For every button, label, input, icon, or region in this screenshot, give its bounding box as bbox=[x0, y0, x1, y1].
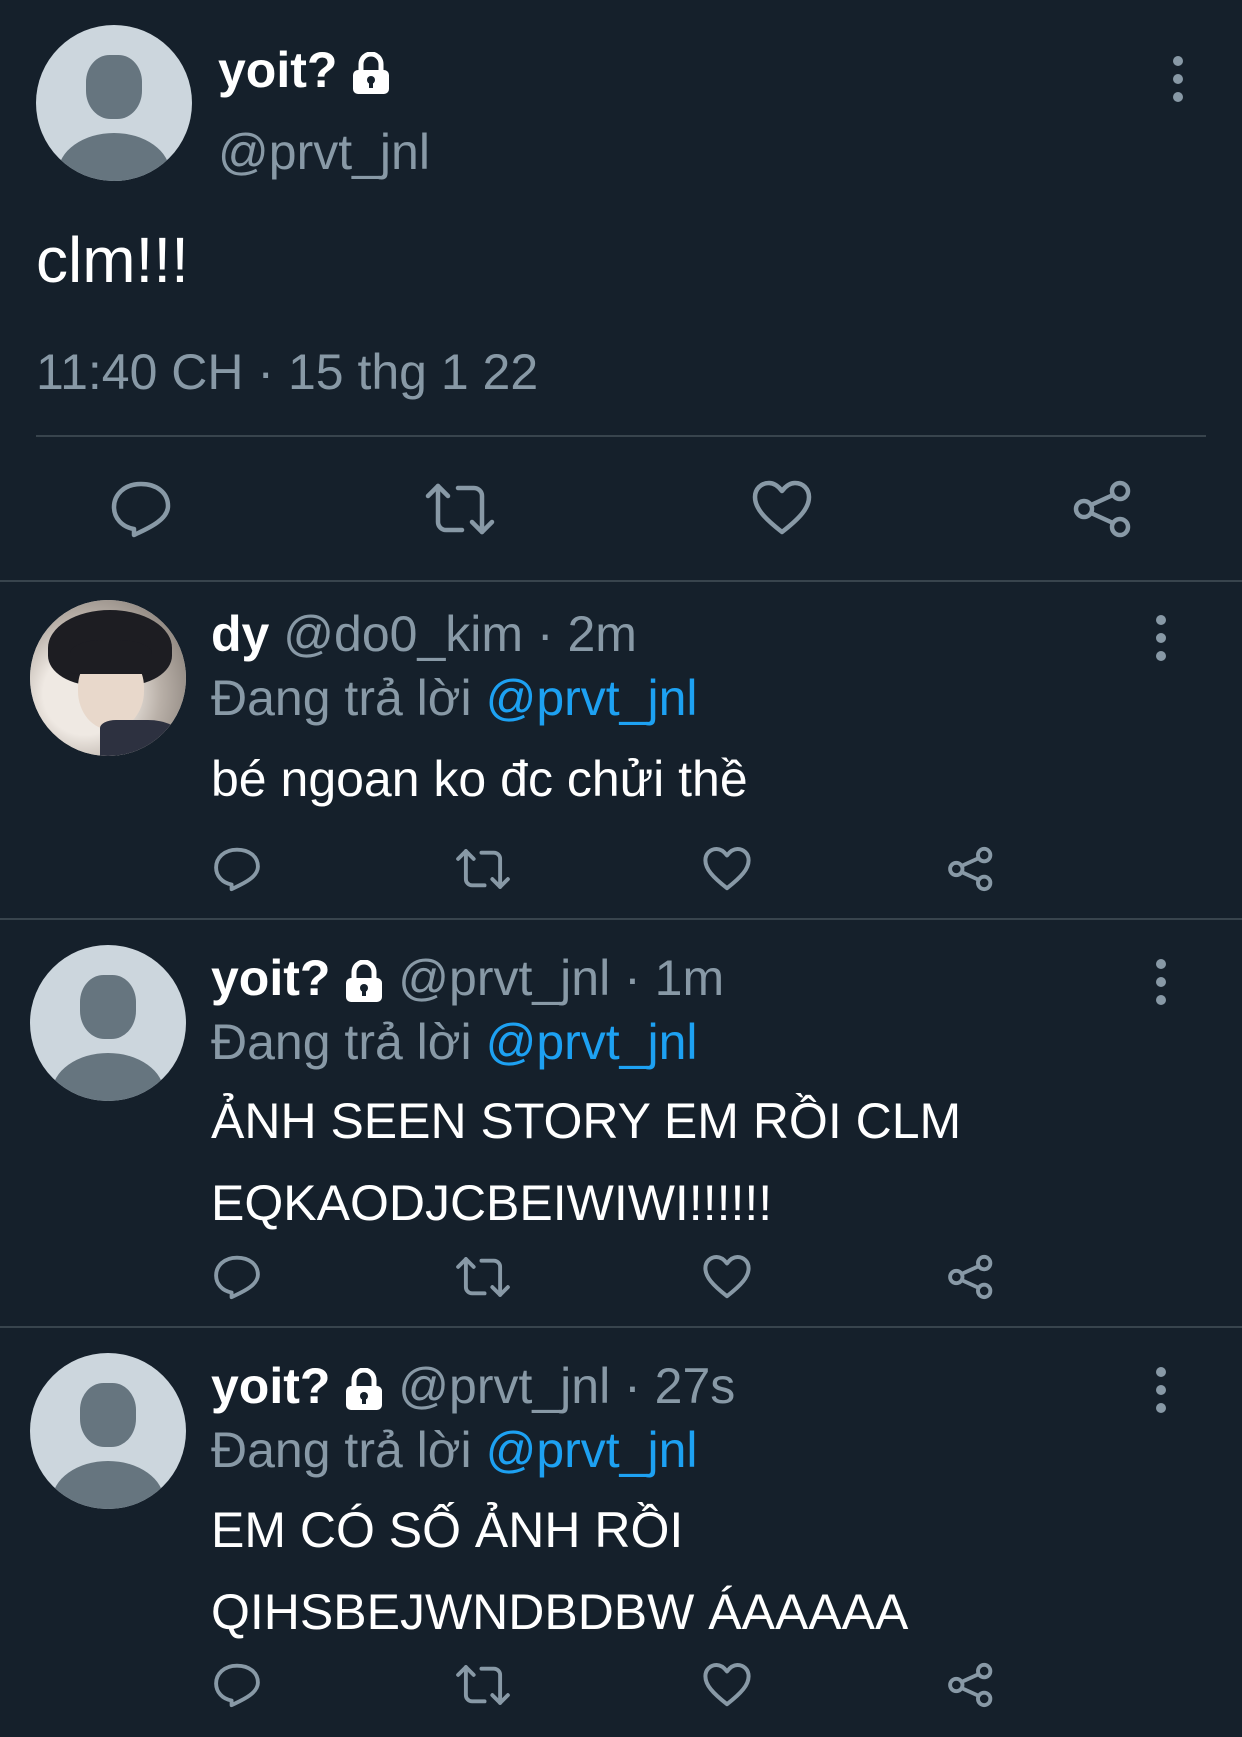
author-line: yoit? bbox=[218, 40, 391, 100]
retweet-icon[interactable] bbox=[424, 480, 496, 538]
author-line: dy @do0_kim · 2m bbox=[211, 604, 637, 664]
tweet-time[interactable]: · 2m bbox=[537, 606, 637, 662]
default-avatar[interactable] bbox=[30, 945, 186, 1101]
like-icon[interactable] bbox=[703, 1662, 751, 1708]
tweet-text: ẢNH SEEN STORY EM RỒI CLM EQKAODJCBEIWIW… bbox=[211, 1093, 962, 1231]
reply-icon[interactable] bbox=[213, 1662, 261, 1708]
tweet-time[interactable]: · 27s bbox=[624, 1358, 735, 1414]
replying-prefix: Đang trả lời bbox=[211, 670, 472, 726]
more-options-icon[interactable] bbox=[1173, 56, 1183, 110]
handle[interactable]: @prvt_jnl bbox=[218, 122, 430, 182]
more-options-icon[interactable] bbox=[1156, 959, 1166, 1013]
share-icon[interactable] bbox=[1072, 480, 1134, 538]
share-icon[interactable] bbox=[947, 1662, 995, 1708]
divider bbox=[36, 435, 1206, 437]
lock-icon bbox=[346, 1367, 383, 1410]
display-name[interactable]: dy bbox=[211, 606, 269, 662]
like-icon[interactable] bbox=[752, 480, 812, 536]
reply-icon[interactable] bbox=[213, 1254, 261, 1300]
tweet-text: EM CÓ SỐ ẢNH RỒI QIHSBEJWNDBDBW ÁAAAAA bbox=[211, 1502, 909, 1640]
replying-to-line: Đang trả lời @prvt_jnl bbox=[211, 1012, 698, 1072]
retweet-icon[interactable] bbox=[455, 1662, 511, 1708]
replying-to-line: Đang trả lời @prvt_jnl bbox=[211, 668, 698, 728]
more-options-icon[interactable] bbox=[1156, 1367, 1166, 1421]
default-avatar[interactable] bbox=[30, 1353, 186, 1509]
share-icon[interactable] bbox=[947, 1254, 995, 1300]
retweet-icon[interactable] bbox=[455, 846, 511, 892]
lock-icon bbox=[353, 51, 390, 94]
user-avatar-photo[interactable] bbox=[30, 600, 186, 756]
divider bbox=[0, 580, 1242, 582]
tweet-text: clm!!! bbox=[36, 224, 189, 296]
replying-prefix: Đang trả lời bbox=[211, 1014, 472, 1070]
handle[interactable]: @do0_kim bbox=[283, 606, 523, 662]
display-name[interactable]: yoit? bbox=[211, 950, 330, 1006]
like-icon[interactable] bbox=[703, 1254, 751, 1300]
tweet-time[interactable]: · 1m bbox=[624, 950, 724, 1006]
replying-to-link[interactable]: @prvt_jnl bbox=[486, 1014, 698, 1070]
replying-to-link[interactable]: @prvt_jnl bbox=[486, 1422, 698, 1478]
replying-prefix: Đang trả lời bbox=[211, 1422, 472, 1478]
divider bbox=[0, 1326, 1242, 1328]
divider bbox=[0, 918, 1242, 920]
reply-icon[interactable] bbox=[110, 480, 172, 538]
more-options-icon[interactable] bbox=[1156, 615, 1166, 669]
handle[interactable]: @prvt_jnl bbox=[398, 1358, 610, 1414]
share-icon[interactable] bbox=[947, 846, 995, 892]
author-line: yoit? @prvt_jnl · 1m bbox=[211, 948, 724, 1008]
like-icon[interactable] bbox=[703, 846, 751, 892]
lock-icon bbox=[346, 959, 383, 1002]
default-avatar[interactable] bbox=[36, 25, 192, 181]
display-name[interactable]: yoit? bbox=[218, 42, 337, 98]
replying-to-line: Đang trả lời @prvt_jnl bbox=[211, 1420, 698, 1480]
display-name[interactable]: yoit? bbox=[211, 1358, 330, 1414]
handle[interactable]: @prvt_jnl bbox=[398, 950, 610, 1006]
reply-icon[interactable] bbox=[213, 846, 261, 892]
tweet-timestamp[interactable]: 11:40 CH · 15 thg 1 22 bbox=[36, 342, 538, 402]
author-line: yoit? @prvt_jnl · 27s bbox=[211, 1356, 735, 1416]
replying-to-link[interactable]: @prvt_jnl bbox=[486, 670, 698, 726]
retweet-icon[interactable] bbox=[455, 1254, 511, 1300]
tweet-text: bé ngoan ko đc chửi thề bbox=[211, 751, 748, 807]
